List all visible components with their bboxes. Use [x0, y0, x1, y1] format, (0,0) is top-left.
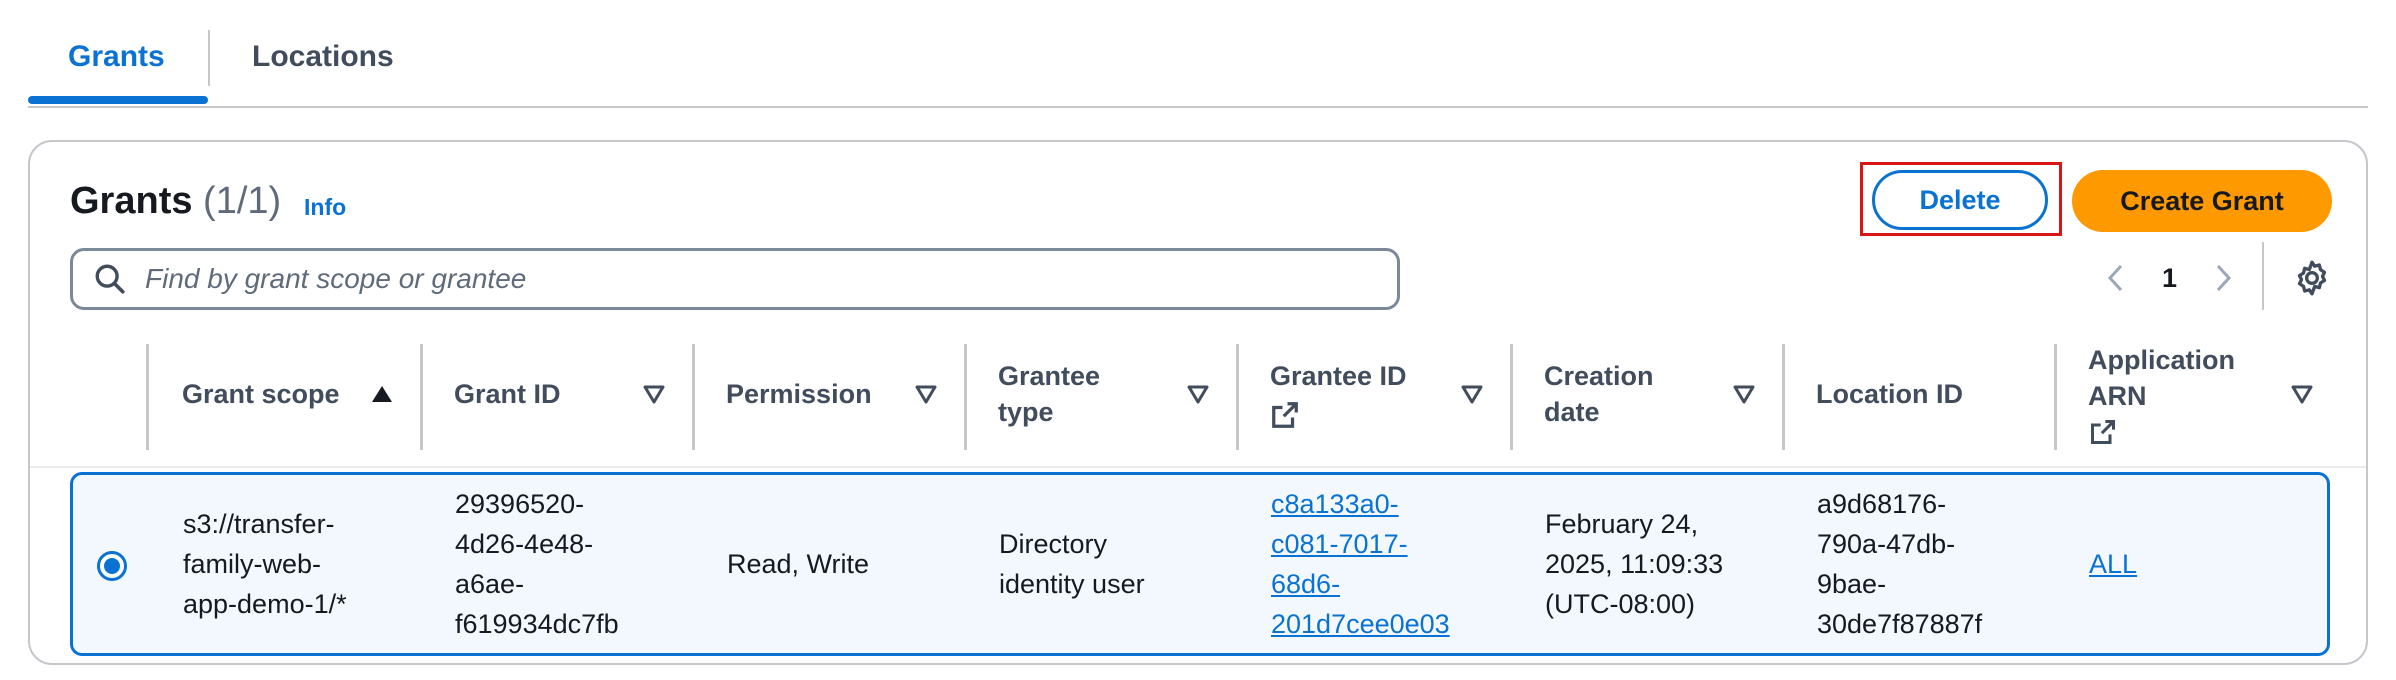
- column-header-creation-date[interactable]: Creation date: [1544, 342, 1654, 446]
- sort-ascending-icon[interactable]: [370, 382, 394, 406]
- column-header-label: Permission: [726, 379, 872, 409]
- column-header-label: Grantee ID: [1270, 361, 1407, 391]
- search-box: [70, 248, 1400, 310]
- cell-application-arn: ALL: [2089, 475, 2137, 653]
- tab-divider: [208, 30, 210, 86]
- column-header-application-arn[interactable]: Application ARN: [2088, 342, 2235, 446]
- table-header-divider: [30, 466, 2366, 468]
- column-header-grant-scope[interactable]: Grant scope: [182, 342, 340, 446]
- tab-grants[interactable]: Grants: [68, 40, 165, 74]
- sort-icon[interactable]: [1460, 382, 1484, 406]
- external-link-icon: [2090, 419, 2116, 445]
- column-header-permission[interactable]: Permission: [726, 342, 872, 446]
- grants-count: (1/1): [203, 180, 282, 222]
- application-arn-link[interactable]: ALL: [2089, 544, 2137, 584]
- column-separator[interactable]: [692, 344, 695, 450]
- cell-grantee-id: c8a133a0- c081-7017- 68d6- 201d7cee0e03: [1271, 475, 1450, 653]
- previous-page-button[interactable]: [2096, 258, 2136, 298]
- grantee-id-link[interactable]: c8a133a0- c081-7017- 68d6- 201d7cee0e03: [1271, 484, 1450, 644]
- column-header-label: Grant scope: [182, 379, 340, 409]
- cell-grant-scope: s3://transfer- family-web- app-demo-1/*: [183, 509, 347, 619]
- info-link[interactable]: Info: [304, 194, 346, 221]
- sort-icon[interactable]: [914, 382, 938, 406]
- row-select-radio[interactable]: [97, 551, 127, 581]
- column-separator[interactable]: [2054, 344, 2057, 450]
- gear-icon[interactable]: [2292, 258, 2332, 298]
- column-separator[interactable]: [964, 344, 967, 450]
- pagination: 1: [2096, 250, 2243, 306]
- column-header-location-id[interactable]: Location ID: [1816, 342, 1963, 446]
- external-link-icon: [1272, 402, 1298, 428]
- column-separator[interactable]: [420, 344, 423, 450]
- next-page-button[interactable]: [2203, 258, 2243, 298]
- radio-selected-dot: [104, 558, 120, 574]
- column-header-label: Grantee type: [998, 361, 1101, 427]
- title-text: Grants: [70, 180, 193, 222]
- column-separator[interactable]: [146, 344, 149, 450]
- sort-icon[interactable]: [1186, 382, 1210, 406]
- tab-locations[interactable]: Locations: [252, 40, 394, 74]
- column-header-grantee-id[interactable]: Grantee ID: [1270, 342, 1407, 446]
- search-icon: [95, 264, 125, 294]
- cell-grantee-type: Directory identity user: [999, 529, 1145, 599]
- column-separator[interactable]: [1782, 344, 1785, 450]
- column-header-label: Location ID: [1816, 379, 1963, 409]
- tab-bar: Grants Locations: [28, 0, 2368, 108]
- current-page-number[interactable]: 1: [2162, 263, 2177, 294]
- sort-icon[interactable]: [642, 382, 666, 406]
- column-separator[interactable]: [1510, 344, 1513, 450]
- active-tab-indicator: [28, 96, 208, 104]
- cell-creation-date: February 24, 2025, 11:09:33 (UTC-08:00): [1545, 509, 1724, 619]
- chevron-left-icon: [2107, 264, 2123, 292]
- page-title: Grants (1/1): [70, 180, 281, 223]
- sort-icon[interactable]: [1732, 382, 1756, 406]
- table-row[interactable]: s3://transfer- family-web- app-demo-1/* …: [70, 472, 2330, 656]
- chevron-right-icon: [2216, 264, 2232, 292]
- search-input[interactable]: [145, 263, 1345, 295]
- delete-button[interactable]: Delete: [1872, 170, 2048, 230]
- column-header-label: Application ARN: [2088, 345, 2235, 411]
- column-header-grant-id[interactable]: Grant ID: [454, 342, 561, 446]
- cell-permission: Read, Write: [727, 549, 870, 579]
- column-separator[interactable]: [1236, 344, 1239, 450]
- grants-panel: Grants (1/1) Info Delete Create Grant 1: [28, 140, 2368, 665]
- column-header-label: Grant ID: [454, 379, 561, 409]
- cell-grant-id: 29396520- 4d26-4e48- a6ae- f619934dc7fb: [455, 489, 619, 639]
- pagination-divider: [2262, 242, 2264, 310]
- create-grant-button[interactable]: Create Grant: [2072, 170, 2332, 232]
- sort-icon[interactable]: [2290, 382, 2314, 406]
- column-header-grantee-type[interactable]: Grantee type: [998, 342, 1100, 446]
- cell-location-id: a9d68176- 790a-47db- 9bae- 30de7f87887f: [1817, 489, 1983, 639]
- column-header-label: Creation date: [1544, 361, 1654, 427]
